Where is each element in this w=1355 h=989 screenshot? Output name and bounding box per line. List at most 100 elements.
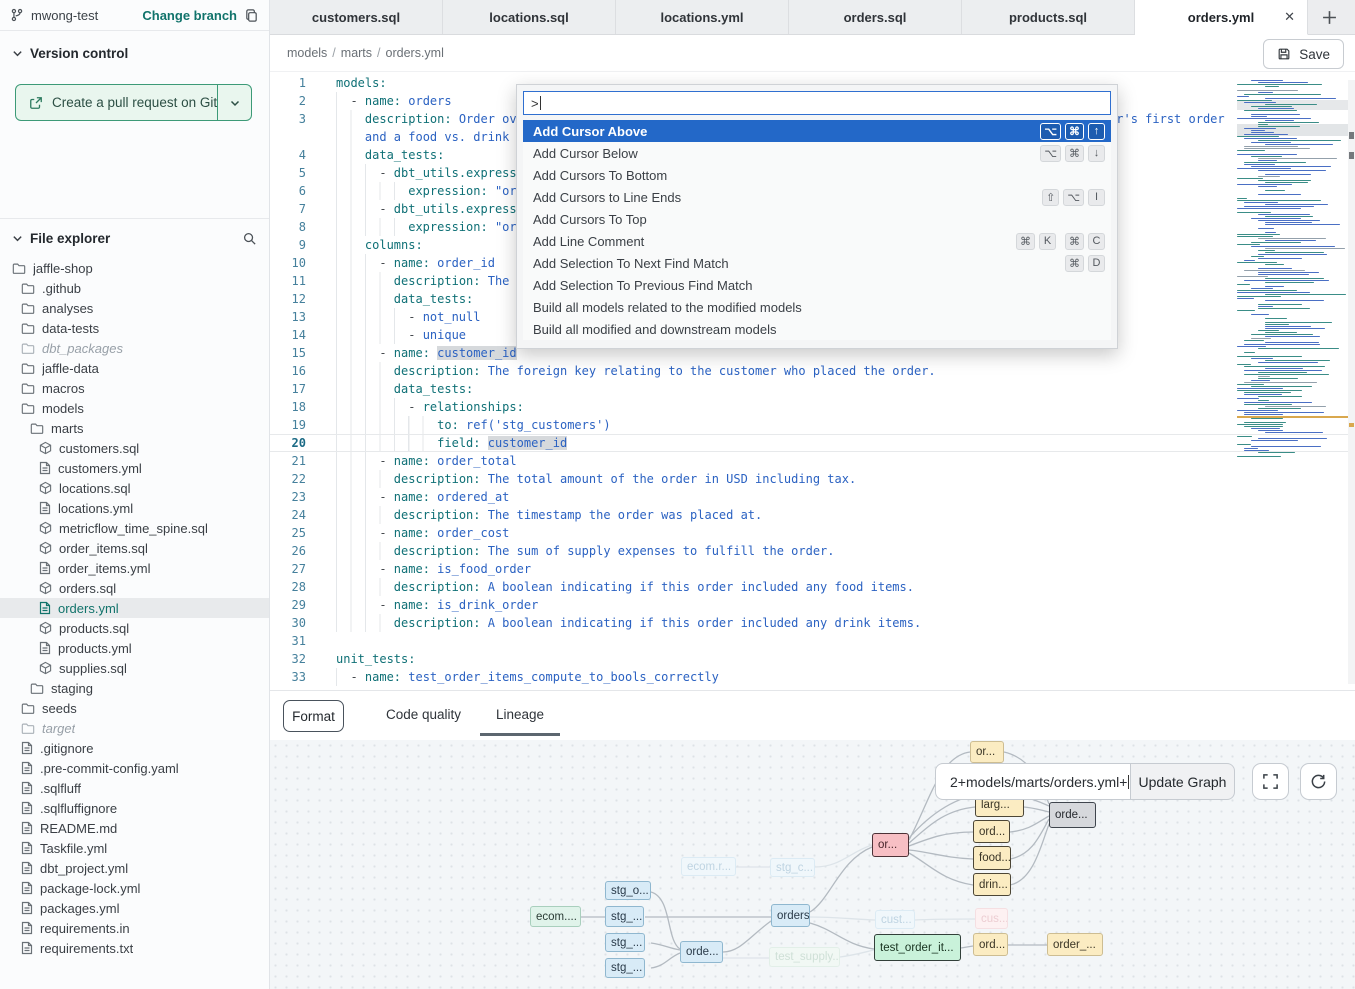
editor-tab-locations-yml[interactable]: locations.yml — [616, 0, 789, 34]
lineage-node-stg_[interactable]: stg_... — [605, 933, 645, 952]
command-item-add-cursors-to-top[interactable]: Add Cursors To Top — [523, 208, 1111, 230]
tree-item-requirements-txt[interactable]: requirements.txt — [0, 938, 269, 958]
command-item-add-cursors-to-bottom[interactable]: Add Cursors To Bottom — [523, 164, 1111, 186]
tree-item-supplies-sql[interactable]: supplies.sql — [0, 658, 269, 678]
folder-icon — [21, 342, 35, 355]
change-branch-link[interactable]: Change branch — [142, 8, 237, 23]
command-palette-input[interactable]: > — [523, 91, 1111, 115]
lineage-node-test_supply[interactable]: test_supply... — [769, 947, 840, 967]
editor-tab-customers-sql[interactable]: customers.sql — [270, 0, 443, 34]
lineage-node-orde[interactable]: orde... — [680, 941, 723, 963]
format-button[interactable]: Format — [283, 700, 344, 732]
tree-item-packages-yml[interactable]: packages.yml — [0, 898, 269, 918]
tree-item-orders-yml[interactable]: orders.yml — [0, 598, 269, 618]
command-item-build-all-modified-and-downstream-models[interactable]: Build all modified and downstream models — [523, 318, 1111, 340]
fullscreen-button[interactable] — [1252, 763, 1289, 800]
tree-item-products-yml[interactable]: products.yml — [0, 638, 269, 658]
lineage-node-stg_[interactable]: stg_... — [605, 906, 644, 927]
tree-item-jaffle-shop[interactable]: jaffle-shop — [0, 258, 269, 278]
tree-item--pre-commit-config-yaml[interactable]: .pre-commit-config.yaml — [0, 758, 269, 778]
copy-icon[interactable] — [244, 8, 259, 23]
tree-item-macros[interactable]: macros — [0, 378, 269, 398]
tree-item--sqlfluff[interactable]: .sqlfluff — [0, 778, 269, 798]
tree-item--github[interactable]: .github — [0, 278, 269, 298]
tree-item--gitignore[interactable]: .gitignore — [0, 738, 269, 758]
tree-item-marts[interactable]: marts — [0, 418, 269, 438]
tab-code-quality[interactable]: Code quality — [386, 707, 461, 722]
lineage-node-stg_o[interactable]: stg_o... — [605, 881, 651, 900]
editor-tab-orders-yml[interactable]: orders.yml✕ — [1135, 0, 1308, 35]
lineage-node-order_[interactable]: order_... — [1047, 933, 1103, 956]
breadcrumb-marts[interactable]: marts — [341, 46, 372, 60]
tree-item-customers-sql[interactable]: customers.sql — [0, 438, 269, 458]
refresh-button[interactable] — [1300, 763, 1337, 800]
lineage-node-or[interactable]: or... — [872, 833, 909, 857]
line-number: 13 — [270, 308, 320, 326]
command-item-add-cursor-above[interactable]: Add Cursor Above⌥⌘↑ — [523, 120, 1111, 142]
lineage-node-ecomr[interactable]: ecom.r... — [681, 857, 736, 876]
lineage-node-orde[interactable]: orde... — [1049, 802, 1096, 828]
tree-item--sqlfluffignore[interactable]: .sqlfluffignore — [0, 798, 269, 818]
save-button[interactable]: Save — [1263, 39, 1344, 69]
version-control-header[interactable]: Version control — [0, 46, 269, 61]
editor-tab-products-sql[interactable]: products.sql — [962, 0, 1135, 34]
tab-lineage[interactable]: Lineage — [496, 707, 544, 722]
tree-item-dbt-packages[interactable]: dbt_packages — [0, 338, 269, 358]
tree-item-customers-yml[interactable]: customers.yml — [0, 458, 269, 478]
tree-item-locations-sql[interactable]: locations.sql — [0, 478, 269, 498]
create-pr-dropdown[interactable] — [218, 85, 251, 120]
editor-tab-orders-sql[interactable]: orders.sql — [789, 0, 962, 34]
breadcrumb-file[interactable]: orders.yml — [386, 46, 444, 60]
tree-item-order-items-sql[interactable]: order_items.sql — [0, 538, 269, 558]
lineage-node-or[interactable]: or... — [970, 741, 1004, 763]
tree-item-readme-md[interactable]: README.md — [0, 818, 269, 838]
search-icon[interactable] — [242, 231, 257, 246]
close-tab-icon[interactable]: ✕ — [1284, 9, 1295, 25]
tree-item-metricflow-time-spine-sql[interactable]: metricflow_time_spine.sql — [0, 518, 269, 538]
tree-item-target[interactable]: target — [0, 718, 269, 738]
lineage-node-cus[interactable]: cus... — [975, 908, 1008, 929]
lineage-node-orders[interactable]: orders — [771, 904, 810, 927]
lineage-selector-input[interactable]: 2+models/marts/orders.yml+ — [935, 763, 1131, 800]
tree-item-taskfile-yml[interactable]: Taskfile.yml — [0, 838, 269, 858]
line-number: 24 — [270, 506, 320, 524]
editor-scrollbar[interactable] — [1348, 80, 1355, 684]
update-graph-button[interactable]: Update Graph — [1131, 763, 1235, 800]
minimap[interactable] — [1237, 80, 1349, 452]
external-link-icon — [29, 96, 43, 110]
command-item-add-cursors-to-line-ends[interactable]: Add Cursors to Line Ends⇧⌥I — [523, 186, 1111, 208]
tree-item-order-items-yml[interactable]: order_items.yml — [0, 558, 269, 578]
tree-item-staging[interactable]: staging — [0, 678, 269, 698]
tree-item-analyses[interactable]: analyses — [0, 298, 269, 318]
lineage-node-ecom[interactable]: ecom.... — [530, 906, 581, 927]
lineage-node-food[interactable]: food... — [973, 846, 1011, 870]
tree-item-seeds[interactable]: seeds — [0, 698, 269, 718]
command-item-add-selection-to-previous-find-match[interactable]: Add Selection To Previous Find Match — [523, 274, 1111, 296]
lineage-node-stg_c[interactable]: stg_c... — [770, 858, 815, 877]
tree-item-products-sql[interactable]: products.sql — [0, 618, 269, 638]
lineage-selector-value: 2+models/marts/orders.yml+ — [950, 774, 1127, 790]
tree-item-dbt-project-yml[interactable]: dbt_project.yml — [0, 858, 269, 878]
command-item-add-selection-to-next-find-match[interactable]: Add Selection To Next Find Match⌘D — [523, 252, 1111, 274]
editor-tab-locations-sql[interactable]: locations.sql — [443, 0, 616, 34]
command-item-build-all-models-related-to-the-modified-models[interactable]: Build all models related to the modified… — [523, 296, 1111, 318]
create-pr-button[interactable]: Create a pull request on Git... — [16, 85, 218, 120]
lineage-node-drin[interactable]: drin... — [973, 873, 1011, 896]
tree-item-orders-sql[interactable]: orders.sql — [0, 578, 269, 598]
tree-item-jaffle-data[interactable]: jaffle-data — [0, 358, 269, 378]
command-item-add-cursor-below[interactable]: Add Cursor Below⌥⌘↓ — [523, 142, 1111, 164]
lineage-node-stg_[interactable]: stg_... — [605, 958, 645, 978]
breadcrumb-models[interactable]: models — [287, 46, 327, 60]
lineage-node-ord[interactable]: ord... — [973, 933, 1008, 956]
new-tab-button[interactable] — [1308, 0, 1350, 34]
tree-item-locations-yml[interactable]: locations.yml — [0, 498, 269, 518]
tree-item-requirements-in[interactable]: requirements.in — [0, 918, 269, 938]
tree-item-data-tests[interactable]: data-tests — [0, 318, 269, 338]
tree-item-package-lock-yml[interactable]: package-lock.yml — [0, 878, 269, 898]
lineage-canvas[interactable]: ecom....stg_o...stg_...stg_...stg_...ord… — [270, 740, 1355, 989]
tree-item-models[interactable]: models — [0, 398, 269, 418]
lineage-node-test_order_it[interactable]: test_order_it... — [874, 934, 961, 961]
command-item-add-line-comment[interactable]: Add Line Comment⌘K⌘C — [523, 230, 1111, 252]
lineage-node-ord[interactable]: ord... — [973, 820, 1010, 843]
lineage-node-cust[interactable]: cust... — [875, 910, 915, 929]
